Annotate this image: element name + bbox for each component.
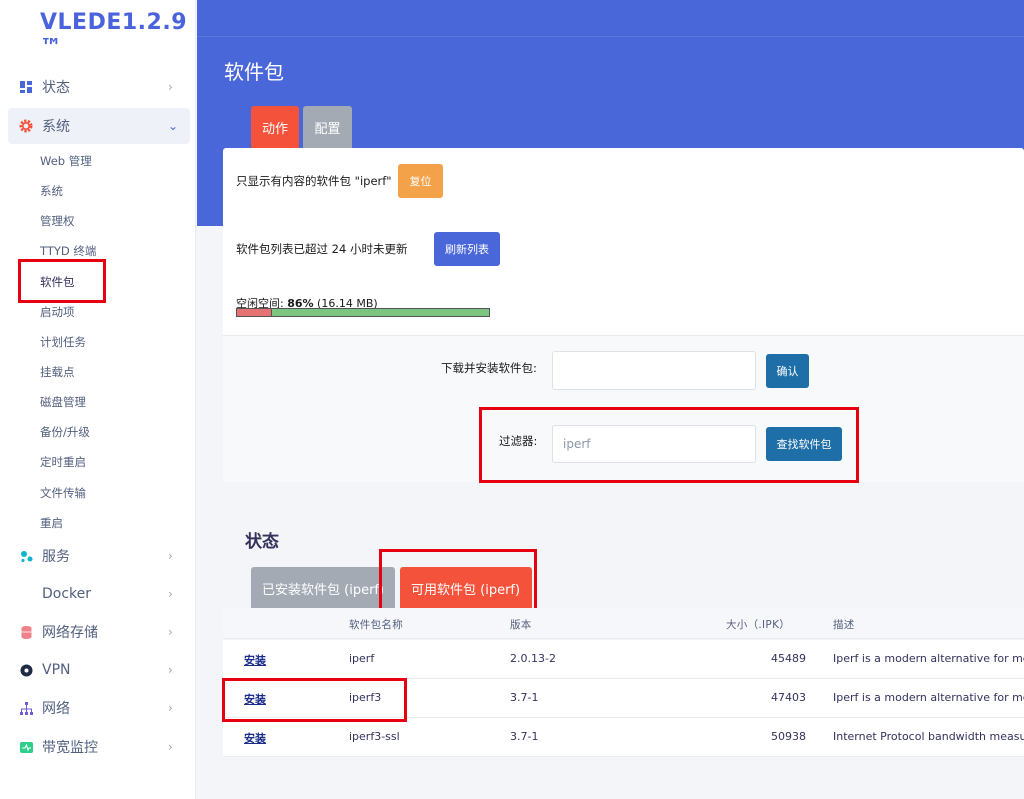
- page-title: 软件包: [224, 60, 284, 84]
- free-space-bar: [236, 308, 490, 317]
- sidebar-item-services[interactable]: 服务 ›: [8, 538, 190, 574]
- sidebar-subitem-ttyd[interactable]: TTYD 终端: [40, 243, 96, 259]
- storage-icon: [18, 624, 34, 640]
- top-bar: [197, 0, 1024, 37]
- services-icon: [18, 548, 34, 564]
- brand-logo: VLEDE1.2.9 ™: [40, 10, 188, 60]
- status-section-title: 状态: [245, 532, 279, 552]
- main-content: 软件包 动作 配置 只显示有内容的软件包 "iperf" 复位 软件包列表已超过…: [197, 0, 1024, 799]
- install-link[interactable]: 安装: [244, 730, 266, 746]
- confirm-button[interactable]: 确认: [766, 354, 809, 388]
- sidebar-subitem-autoreboot[interactable]: 定时重启: [40, 454, 86, 470]
- chevron-right-icon: ›: [168, 80, 173, 94]
- used-space-fill: [237, 309, 273, 316]
- sidebar-item-vpn[interactable]: VPN ›: [8, 652, 190, 688]
- sidebar-item-label: 系统: [42, 119, 70, 135]
- sidebar-item-label: 网络: [42, 701, 70, 717]
- docker-icon: [18, 586, 34, 602]
- sidebar: VLEDE1.2.9 ™ 状态 › 系统 ⌄ Web 管理 系统 管理权 TTY…: [0, 0, 196, 799]
- package-name: iperf3-ssl: [349, 730, 400, 743]
- package-name: iperf: [349, 652, 375, 665]
- package-version: 3.7-1: [510, 691, 539, 704]
- package-description: Iperf is a modern alternative for meas: [833, 691, 1024, 704]
- highlight-box: [18, 259, 106, 303]
- package-version: 2.0.13-2: [510, 652, 556, 665]
- tab-installed-packages[interactable]: 已安装软件包 (iperf): [251, 567, 395, 609]
- chevron-down-icon: ⌄: [168, 119, 179, 133]
- column-header-name: 软件包名称: [349, 619, 403, 631]
- vpn-icon: [18, 662, 34, 678]
- sidebar-item-label: VPN: [42, 662, 71, 678]
- sidebar-item-status[interactable]: 状态 ›: [8, 69, 190, 105]
- chevron-right-icon: ›: [168, 549, 173, 563]
- install-link[interactable]: 安装: [244, 652, 266, 668]
- highlight-box: [379, 549, 537, 614]
- list-status-text: 软件包列表已超过 24 小时未更新: [236, 242, 408, 256]
- package-size: 47403: [771, 691, 806, 704]
- sidebar-subitem-cron[interactable]: 计划任务: [40, 334, 86, 350]
- chevron-right-icon: ›: [168, 663, 173, 677]
- table-row: 安装 iperf3-ssl 3.7-1 50938 Internet Proto…: [223, 718, 1024, 757]
- column-header-version: 版本: [510, 619, 532, 631]
- sidebar-item-bandwidth[interactable]: 带宽监控 ›: [8, 729, 190, 765]
- highlight-box: [222, 678, 407, 722]
- filter-status-text: 只显示有内容的软件包 "iperf": [236, 174, 392, 188]
- package-size: 45489: [771, 652, 806, 665]
- sidebar-item-label: Docker: [42, 586, 92, 602]
- column-header-size: 大小（.IPK）: [726, 619, 791, 631]
- sidebar-subitem-system[interactable]: 系统: [40, 183, 63, 199]
- tab-actions[interactable]: 动作: [251, 106, 299, 148]
- sidebar-item-label: 带宽监控: [42, 740, 98, 756]
- chevron-right-icon: ›: [168, 740, 173, 754]
- dashboard-icon: [18, 79, 34, 95]
- chevron-right-icon: ›: [168, 701, 173, 715]
- gear-icon: [18, 118, 34, 134]
- chevron-right-icon: ›: [168, 625, 173, 639]
- sidebar-subitem-web[interactable]: Web 管理: [40, 153, 92, 169]
- sidebar-subitem-admin[interactable]: 管理权: [40, 213, 75, 229]
- highlight-box: [479, 407, 859, 483]
- download-package-input[interactable]: [552, 351, 756, 390]
- package-description: Iperf is a modern alternative for meas: [833, 652, 1024, 665]
- table-row: 安装 iperf 2.0.13-2 45489 Iperf is a moder…: [223, 640, 1024, 679]
- sidebar-item-label: 服务: [42, 549, 70, 565]
- refresh-list-button[interactable]: 刷新列表: [434, 232, 500, 266]
- sidebar-item-docker[interactable]: Docker ›: [8, 576, 190, 612]
- sidebar-subitem-mounts[interactable]: 挂载点: [40, 364, 75, 380]
- column-header-description: 描述: [833, 619, 855, 631]
- tab-config[interactable]: 配置: [303, 106, 352, 148]
- package-version: 3.7-1: [510, 730, 539, 743]
- chevron-right-icon: ›: [168, 587, 173, 601]
- sidebar-subitem-startup[interactable]: 启动项: [40, 304, 75, 320]
- sidebar-subitem-reboot[interactable]: 重启: [40, 515, 63, 531]
- package-description: Internet Protocol bandwidth measurin: [833, 730, 1024, 743]
- bandwidth-icon: [18, 739, 34, 755]
- sidebar-subitem-disks[interactable]: 磁盘管理: [40, 394, 86, 410]
- free-space-fill: [272, 309, 489, 316]
- reset-button[interactable]: 复位: [398, 164, 443, 198]
- table-header: 软件包名称 版本 大小（.IPK） 描述: [223, 608, 1024, 639]
- package-size: 50938: [771, 730, 806, 743]
- sidebar-item-network[interactable]: 网络 ›: [8, 690, 190, 726]
- sidebar-item-nas[interactable]: 网络存储 ›: [8, 614, 190, 650]
- sidebar-subitem-filetransfer[interactable]: 文件传输: [40, 485, 86, 501]
- sidebar-item-label: 网络存储: [42, 625, 98, 641]
- download-install-label: 下载并安装软件包:: [441, 361, 537, 375]
- sidebar-subitem-backup[interactable]: 备份/升级: [40, 424, 90, 440]
- sidebar-item-label: 状态: [42, 80, 70, 96]
- sidebar-item-system[interactable]: 系统 ⌄: [8, 108, 190, 144]
- network-icon: [18, 700, 34, 716]
